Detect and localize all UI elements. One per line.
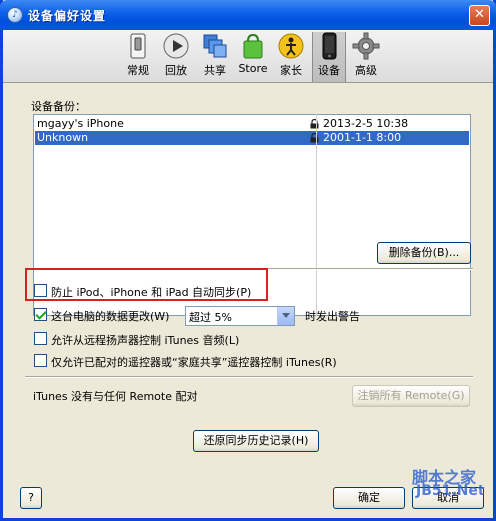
warning-suffix-label: 时发出警告 [305, 310, 360, 323]
close-button[interactable]: ✕ [469, 5, 490, 26]
data-change-checkbox[interactable] [34, 308, 47, 321]
share-icon [203, 34, 227, 58]
list-item[interactable]: Unknown 2001-1-1 8:00 [35, 131, 469, 145]
backup-device-name: mgayy's iPhone [37, 117, 124, 130]
tab-playback[interactable]: 回放 [158, 32, 194, 82]
prevent-sync-label: 防止 iPod、iPhone 和 iPad 自动同步(P) [51, 286, 252, 299]
allow-remote-speakers-checkbox[interactable] [34, 332, 47, 345]
tab-advanced-label: 高级 [355, 64, 377, 77]
store-bag-icon [243, 33, 263, 59]
itunes-icon: ♪ [7, 7, 23, 23]
tab-advanced[interactable]: 高级 [349, 32, 383, 82]
device-preferences-window: ♪ 设备偏好设置 ✕ 常规 回放 共享 Store 家长 设备 高级 设备备份：… [0, 0, 496, 521]
only-paired-remotes-checkbox[interactable] [34, 354, 47, 367]
tab-general-label: 常规 [127, 64, 149, 77]
data-change-label: 这台电脑的数据更改(W) [51, 310, 170, 323]
lock-icon [310, 133, 319, 143]
preferences-toolbar: 常规 回放 共享 Store 家长 设备 高级 [3, 30, 493, 83]
tab-store[interactable]: Store [236, 32, 270, 82]
devices-panel: 设备备份： mgayy's iPhone 2013-2-5 10:38 Unkn… [3, 84, 493, 518]
parental-icon [278, 33, 304, 59]
device-icon [322, 32, 337, 60]
prevent-sync-checkbox[interactable] [34, 284, 47, 297]
tab-general[interactable]: 常规 [121, 32, 155, 82]
tab-sharing-label: 共享 [204, 64, 226, 77]
data-change-threshold-select[interactable]: 超过 5% [185, 306, 295, 326]
tab-sharing[interactable]: 共享 [197, 32, 233, 82]
chevron-down-icon[interactable] [277, 307, 294, 325]
lock-icon [310, 119, 319, 129]
reset-sync-history-button[interactable]: 还原同步历史记录(H) [193, 430, 319, 452]
tab-parental[interactable]: 家长 [273, 32, 309, 82]
only-paired-remotes-label: 仅允许已配对的遥控器或“家庭共享”遥控器控制 iTunes(R) [51, 356, 337, 369]
backup-device-name: Unknown [37, 131, 89, 144]
backups-label: 设备备份： [31, 100, 86, 113]
backup-date: 2013-2-5 10:38 [323, 117, 409, 130]
tab-devices[interactable]: 设备 [312, 32, 346, 82]
window-title: 设备偏好设置 [28, 9, 107, 23]
deauthorize-remotes-button[interactable]: 注销所有 Remote(G) [352, 385, 470, 407]
title-bar[interactable]: ♪ 设备偏好设置 ✕ [0, 0, 496, 30]
column-separator [316, 114, 317, 316]
tab-playback-label: 回放 [165, 64, 187, 77]
backup-date: 2001-1-1 8:00 [323, 131, 402, 144]
threshold-value: 超过 5% [189, 311, 232, 324]
allow-remote-speakers-label: 允许从远程扬声器控制 iTunes 音频(L) [51, 334, 240, 347]
tab-devices-label: 设备 [318, 64, 340, 77]
divider [25, 376, 473, 378]
help-button[interactable]: ? [20, 487, 42, 509]
list-item[interactable]: mgayy's iPhone 2013-2-5 10:38 [35, 117, 469, 131]
tab-store-label: Store [238, 62, 268, 75]
switch-icon [130, 33, 146, 59]
tab-parental-label: 家长 [280, 64, 302, 77]
play-icon [163, 33, 189, 59]
delete-backup-button[interactable]: 删除备份(B)... [377, 242, 471, 264]
watermark-url: JB51.Net [416, 483, 485, 499]
gear-icon [352, 32, 380, 60]
ok-button[interactable]: 确定 [333, 487, 405, 509]
remote-status-text: iTunes 没有与任何 Remote 配对 [33, 390, 198, 403]
